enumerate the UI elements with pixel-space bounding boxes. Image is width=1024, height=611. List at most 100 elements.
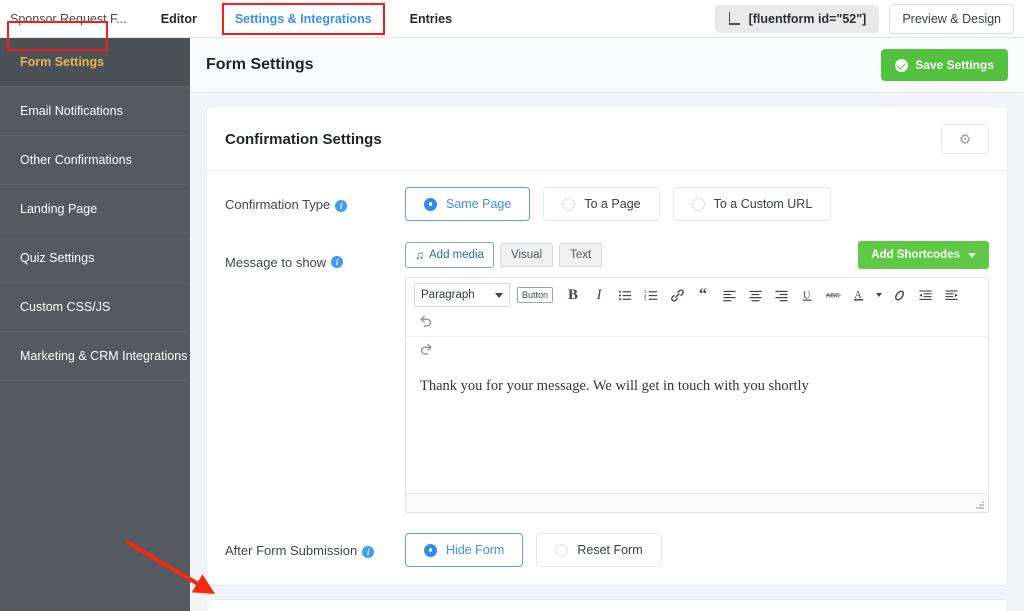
editor-top-toolbar: ♫ Add media Visual Text Add Shortcodes [405, 241, 989, 269]
after-form-submission-label-wrap: After Form Submission i [225, 533, 405, 558]
double-optin-card: Enable Double Optin Confirmation before … [206, 599, 1008, 611]
tab-text[interactable]: Text [559, 243, 603, 267]
link-icon[interactable] [665, 283, 689, 307]
radio-same-page-label: Same Page [446, 197, 512, 211]
message-to-show-label-wrap: Message to show i [225, 241, 405, 270]
save-settings-button[interactable]: Save Settings [881, 49, 1008, 81]
align-right-icon[interactable] [769, 283, 793, 307]
radio-reset-form-label: Reset Form [577, 543, 643, 557]
bold-icon[interactable]: B [561, 283, 585, 307]
tinymce-editor: Paragraph Button B I 1 2 3 “ U ABC A Tha… [405, 277, 989, 513]
resize-handle-icon[interactable] [974, 499, 984, 509]
confirmation-type-label: Confirmation Type [225, 197, 331, 212]
form-name-label: Sponsor Request F... [10, 11, 127, 26]
blockquote-icon[interactable]: “ [691, 283, 715, 307]
message-to-show-row: Message to show i ♫ Add media Visual Tex… [225, 241, 989, 513]
settings-sidebar: Form Settings Email Notifications Other … [0, 38, 190, 611]
editor-footer [406, 493, 988, 512]
media-icon: ♫ [415, 248, 424, 262]
settings-panel-wrap: Confirmation Settings ⚙ Confirmation Typ… [190, 93, 1024, 611]
confirmation-settings-title: Confirmation Settings [225, 130, 382, 148]
text-color-dropdown-icon[interactable] [873, 283, 885, 307]
radio-hide-form[interactable]: Hide Form [405, 533, 524, 567]
redo-icon[interactable] [414, 337, 438, 361]
chevron-down-icon [968, 252, 976, 258]
tab-entries[interactable]: Entries [400, 6, 462, 32]
strikethrough-icon[interactable]: ABC [821, 283, 845, 307]
decrease-indent-icon[interactable] [913, 283, 937, 307]
align-center-icon[interactable] [743, 283, 767, 307]
form-shortcode-text: [fluentform id="52"] [748, 11, 867, 26]
tab-visual[interactable]: Visual [499, 243, 554, 267]
paragraph-format-select[interactable]: Paragraph [414, 283, 510, 307]
add-media-label: Add media [429, 249, 484, 261]
radio-to-a-page[interactable]: To a Page [543, 187, 660, 221]
confirmation-settings-header: Confirmation Settings ⚙ [207, 107, 1007, 171]
message-content-area[interactable]: Thank you for your message. We will get … [406, 365, 988, 493]
italic-icon[interactable]: I [587, 283, 611, 307]
form-shortcode-button[interactable]: [fluentform id="52"] [714, 4, 880, 33]
main-header: Form Settings Save Settings [190, 38, 1024, 93]
gear-icon-button[interactable]: ⚙ [941, 124, 989, 154]
info-icon[interactable]: i [335, 199, 348, 212]
svg-text:3: 3 [644, 296, 647, 301]
confirmation-settings-body: Confirmation Type i Same Page To a Page [207, 171, 1007, 585]
sidebar-item-marketing-crm-integrations[interactable]: Marketing & CRM Integrations [0, 332, 190, 381]
add-shortcodes-button[interactable]: Add Shortcodes [858, 241, 989, 269]
insert-button-tool[interactable]: Button [517, 287, 554, 303]
bulleted-list-icon[interactable] [613, 283, 637, 307]
paragraph-format-value: Paragraph [421, 289, 475, 301]
tab-settings-integrations[interactable]: Settings & Integrations [221, 2, 385, 42]
confirmation-type-label-wrap: Confirmation Type i [225, 187, 405, 212]
numbered-list-icon[interactable]: 1 2 3 [639, 283, 663, 307]
message-to-show-label: Message to show [225, 255, 327, 270]
text-color-icon[interactable]: A [847, 283, 871, 307]
increase-indent-icon[interactable] [939, 283, 963, 307]
confirmation-type-row: Confirmation Type i Same Page To a Page [225, 187, 989, 221]
editor-format-toolbar-row2 [406, 337, 988, 365]
top-bar-actions: [fluentform id="52"] Preview & Design [714, 3, 1014, 34]
radio-reset-form[interactable]: Reset Form [536, 533, 662, 567]
radio-dot-icon [424, 197, 437, 211]
chevron-down-icon [495, 292, 503, 298]
gear-icon: ⚙ [958, 131, 972, 147]
info-icon[interactable]: i [331, 256, 344, 268]
sidebar-item-other-confirmations[interactable]: Other Confirmations [0, 136, 190, 185]
message-content-text: Thank you for your message. We will get … [420, 378, 809, 394]
undo-icon[interactable] [414, 309, 438, 333]
save-settings-label: Save Settings [915, 58, 994, 72]
radio-dot-icon [424, 543, 437, 557]
after-form-submission-label: After Form Submission [225, 543, 358, 558]
add-media-button[interactable]: ♫ Add media [405, 242, 494, 268]
radio-same-page[interactable]: Same Page [405, 187, 531, 221]
info-icon[interactable]: i [362, 545, 375, 558]
sidebar-item-form-settings[interactable]: Form Settings [0, 38, 190, 87]
sidebar-item-custom-css-js[interactable]: Custom CSS/JS [0, 283, 190, 332]
radio-dot-icon [562, 197, 576, 211]
radio-to-a-custom-url-label: To a Custom URL [713, 197, 813, 211]
sidebar-item-email-notifications[interactable]: Email Notifications [0, 87, 190, 136]
radio-to-a-page-label: To a Page [584, 197, 641, 211]
editor-format-toolbar: Paragraph Button B I 1 2 3 “ U ABC A [406, 278, 988, 337]
sidebar-item-quiz-settings[interactable]: Quiz Settings [0, 234, 190, 283]
shortcode-bracket-icon [728, 12, 741, 25]
radio-dot-icon [691, 197, 705, 211]
after-form-submission-options: Hide Form Reset Form [405, 533, 662, 567]
check-circle-icon [895, 58, 909, 72]
sidebar-item-landing-page[interactable]: Landing Page [0, 185, 190, 234]
svg-text:ABC: ABC [825, 293, 839, 300]
confirmation-settings-card: Confirmation Settings ⚙ Confirmation Typ… [206, 106, 1008, 586]
tab-editor[interactable]: Editor [151, 6, 207, 32]
preview-design-button[interactable]: Preview & Design [889, 3, 1014, 34]
after-form-submission-row: After Form Submission i Hide Form Reset … [225, 533, 989, 567]
radio-to-a-custom-url[interactable]: To a Custom URL [672, 187, 832, 221]
add-shortcodes-label: Add Shortcodes [871, 249, 960, 261]
radio-hide-form-label: Hide Form [446, 543, 505, 557]
align-left-icon[interactable] [717, 283, 741, 307]
message-editor: ♫ Add media Visual Text Add Shortcodes P… [405, 241, 989, 513]
clear-formatting-icon[interactable] [887, 283, 911, 307]
underline-icon[interactable]: U [795, 283, 819, 307]
main-content: Form Settings Save Settings Confirmation… [190, 38, 1024, 611]
page-title: Form Settings [206, 56, 314, 73]
top-tabs: Editor Settings & Integrations Entries [151, 0, 462, 42]
